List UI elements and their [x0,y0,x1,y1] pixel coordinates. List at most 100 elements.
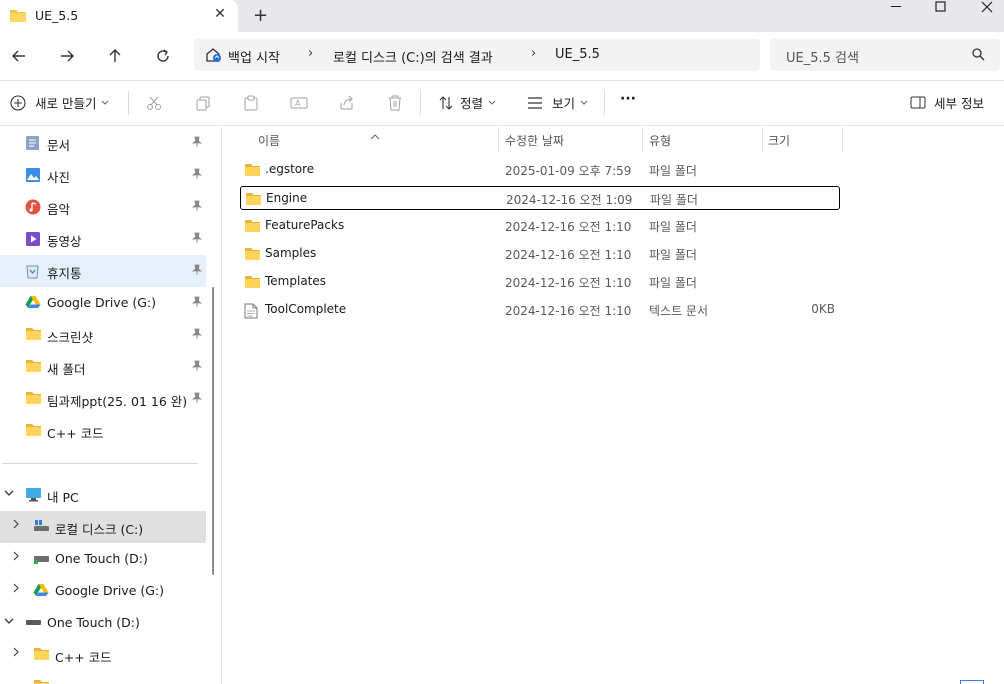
column-header-name[interactable]: 이름 [222,127,498,153]
refresh-button[interactable] [153,46,173,66]
search-icon[interactable] [972,48,985,64]
forward-button[interactable] [57,46,77,66]
file-type: 파일 폴더 [650,193,698,207]
pin-icon[interactable] [191,168,203,183]
nav-item-partial[interactable] [0,671,206,684]
breadcrumb-search-results[interactable]: 로컬 디스크 (C:)의 검색 결과 [333,47,493,66]
nav-item-music[interactable]: 음악 [0,191,206,223]
breadcrumb-backup[interactable]: 백업 시작 [228,47,280,66]
chevron-right-icon[interactable]: › [531,46,536,61]
nav-item-recycle-bin[interactable]: 휴지통 [0,255,206,287]
pin-icon[interactable] [191,232,203,247]
pin-icon[interactable] [191,392,203,407]
cut-icon[interactable] [146,95,162,114]
view-label: 보기 [552,96,576,111]
nav-item-label: 내 PC [47,490,79,505]
file-date: 2024-12-16 오전 1:10 [505,248,632,262]
arrow-right-icon [61,50,74,62]
file-row[interactable]: Samples 2024-12-16 오전 1:10 파일 폴더 [240,242,840,266]
nav-item-this-pc[interactable]: 내 PC [0,479,206,511]
view-list-icon [528,96,542,109]
nav-item-google-drive-g[interactable]: Google Drive (G:) [0,575,206,607]
google-drive-icon [33,583,49,600]
new-tab-button[interactable]: + [253,5,268,26]
nav-item-documents[interactable]: 문서 [0,127,206,159]
pin-icon[interactable] [191,328,203,343]
file-row[interactable]: Templates 2024-12-16 오전 1:10 파일 폴더 [240,270,840,294]
text-file-icon [244,303,258,322]
close-window-button[interactable] [964,0,1004,14]
chevron-right-icon[interactable] [12,647,20,660]
sort-button[interactable]: 정렬 [438,93,496,112]
nav-item-pictures[interactable]: 사진 [0,159,206,191]
nav-item-label: 휴지통 [47,266,82,281]
pin-icon[interactable] [191,200,203,215]
navigation-pane: 문서 사진 음악 동영상 휴지통 Google Drive (G:) 스크린샷 … [0,127,214,684]
tab-ue55[interactable]: UE_5.5 ✕ [0,0,238,32]
view-button[interactable]: 보기 [527,93,588,112]
file-type: 파일 폴더 [649,220,697,234]
file-row[interactable]: FeaturePacks 2024-12-16 오전 1:10 파일 폴더 [240,214,840,238]
up-button[interactable] [105,46,125,66]
view-toggle-icon[interactable] [960,680,984,684]
pin-icon[interactable] [191,296,203,311]
copy-icon[interactable] [195,95,211,114]
column-size-label: 크기 [768,134,791,148]
nav-item-cpp-code-d[interactable]: C++ 코드 [0,639,206,671]
file-row[interactable]: .egstore 2025-01-09 오후 7:59 파일 폴더 [240,158,840,182]
search-input[interactable]: UE_5.5 검색 [770,39,1000,71]
breadcrumb-current[interactable]: UE_5.5 [555,47,600,62]
folder-icon [33,679,50,684]
external-drive-icon [25,615,42,632]
folder-icon [25,359,42,376]
nav-item-local-disk-c[interactable]: 로컬 디스크 (C:) [0,511,206,543]
folder-icon [9,8,27,26]
column-header-type[interactable]: 유형 [642,127,762,153]
nav-scrollbar[interactable] [212,287,214,575]
maximize-button[interactable] [918,0,964,14]
file-row[interactable]: ToolComplete 2024-12-16 오전 1:10 텍스트 문서 0… [240,298,840,322]
back-button[interactable] [9,46,29,66]
minimize-button[interactable] [874,0,920,14]
nav-item-google-drive[interactable]: Google Drive (G:) [0,287,206,319]
address-bar[interactable]: 백업 시작 › 로컬 디스크 (C:)의 검색 결과 › UE_5.5 [194,39,760,71]
new-button[interactable]: 새로 만들기 [10,93,109,112]
chevron-down-icon[interactable] [4,487,14,500]
pin-icon[interactable] [191,360,203,375]
pin-icon[interactable] [191,264,203,279]
chevron-right-icon[interactable] [12,551,20,564]
column-divider[interactable] [842,127,843,153]
file-type: 텍스트 문서 [649,304,709,318]
nav-item-videos[interactable]: 동영상 [0,223,206,255]
chevron-down-icon[interactable] [4,615,14,628]
nav-item-cpp-code[interactable]: C++ 코드 [0,415,206,447]
share-icon[interactable] [339,95,355,114]
nav-item-screenshots[interactable]: 스크린샷 [0,319,206,351]
chevron-right-icon[interactable] [12,583,20,596]
folder-icon [33,647,50,664]
nav-item-new-folder[interactable]: 새 폴더 [0,351,206,383]
chevron-right-icon[interactable] [12,519,20,532]
chevron-right-icon[interactable]: › [308,46,313,61]
nav-item-label: 로컬 디스크 (C:) [55,522,144,537]
close-tab-icon[interactable]: ✕ [212,6,228,22]
delete-icon[interactable] [387,95,403,114]
column-header-date[interactable]: 수정한 날짜 [498,127,642,153]
file-list: 이름 수정한 날짜 유형 크기 .egstore 2025-01-09 오후 7… [222,127,1004,684]
pin-icon[interactable] [191,136,203,151]
document-icon [25,135,40,154]
details-pane-button[interactable]: 세부 정보 [910,93,984,112]
svg-text:A: A [295,99,301,108]
address-row: 백업 시작 › 로컬 디스크 (C:)의 검색 결과 › UE_5.5 UE_5… [0,32,1004,80]
column-header-size[interactable]: 크기 [762,127,842,153]
nav-item-team-ppt[interactable]: 팀과제ppt(25. 01 16 완) [0,383,206,415]
nav-item-one-touch-d-root[interactable]: One Touch (D:) [0,607,206,639]
nav-item-one-touch-d[interactable]: One Touch (D:) [0,543,206,575]
file-row[interactable]: Engine 2024-12-16 오전 1:09 파일 폴더 [240,186,840,210]
refresh-icon [157,49,169,62]
paste-icon[interactable] [243,95,259,114]
rename-icon[interactable]: A [290,95,308,114]
arrow-left-icon [12,50,25,62]
nav-item-label: 새 폴더 [47,362,86,377]
more-options-button[interactable]: ··· [620,91,636,107]
